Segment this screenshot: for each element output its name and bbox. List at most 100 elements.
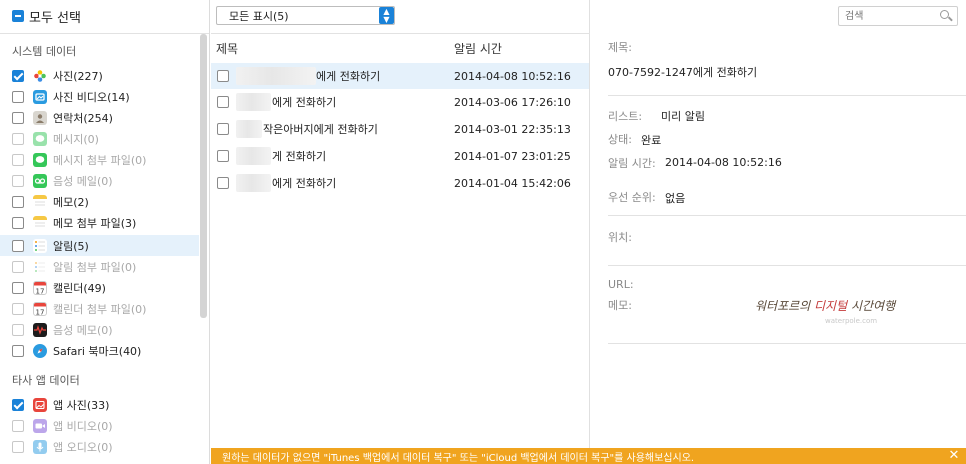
search-input[interactable] — [845, 7, 935, 25]
sidebar-item-label: 메모 첨부 파일(3) — [53, 216, 137, 230]
sidebar-item-calendar[interactable]: 17 캘린더(49) — [0, 277, 199, 298]
sidebar-item-contacts[interactable]: 연락처(254) — [0, 107, 199, 128]
checkbox[interactable] — [12, 216, 24, 229]
calendar-attachment-icon: 17 — [33, 301, 47, 316]
checkbox[interactable] — [12, 195, 24, 208]
reminder-detail-pane: 제목: 070-7592-1247에게 전화하기 리스트: 미리 알림 상태: … — [591, 34, 966, 448]
app-window: 모두 선택 시스템 데이터 사진(227) 사진 비디오(14) 연락처(254… — [0, 0, 966, 464]
checkbox[interactable] — [12, 260, 24, 273]
sidebar-item-app-video[interactable]: 앱 비디오(0) — [0, 415, 199, 436]
row-checkbox[interactable] — [217, 177, 229, 189]
message-attachment-icon — [33, 152, 47, 167]
checkbox[interactable] — [12, 174, 24, 187]
sidebar-item-label: 메시지(0) — [53, 132, 99, 146]
column-header-time[interactable]: 알림 시간 — [454, 40, 502, 57]
svg-text:17: 17 — [36, 287, 45, 295]
sidebar-item-messages[interactable]: 메시지(0) — [0, 128, 199, 149]
sidebar: 모두 선택 시스템 데이터 사진(227) 사진 비디오(14) 연락처(254… — [0, 0, 210, 464]
search-box[interactable] — [838, 6, 958, 26]
sidebar-item-message-attachments[interactable]: 메시지 첨부 파일(0) — [0, 149, 199, 170]
checkbox[interactable] — [12, 69, 24, 82]
table-row[interactable]: 에게 전화하기 2014-03-06 17:26:10 — [211, 89, 589, 115]
detail-status-label: 상태: — [608, 133, 632, 146]
table-row[interactable]: 에게 전화하기 2014-01-04 15:42:06 — [211, 170, 589, 196]
sidebar-item-app-audio[interactable]: 앱 오디오(0) — [0, 436, 199, 457]
checkbox[interactable] — [12, 239, 24, 252]
redacted-text — [236, 93, 271, 111]
sidebar-item-reminders-attachments[interactable]: 알림 첨부 파일(0) — [0, 256, 199, 277]
contacts-icon — [33, 110, 47, 125]
select-all-toggle[interactable]: 모두 선택 — [12, 7, 81, 26]
sidebar-item-voice-memo[interactable]: 음성 메모(0) — [0, 319, 199, 340]
sidebar-item-voicemail[interactable]: 음성 메일(0) — [0, 170, 199, 191]
app-photos-icon — [33, 397, 47, 412]
checkbox[interactable] — [12, 111, 24, 124]
sidebar-item-safari-bookmarks[interactable]: Safari 북마크(40) — [0, 340, 199, 361]
sidebar-item-label: 알림(5) — [53, 239, 89, 253]
safari-icon — [33, 343, 47, 358]
row-title: 작은아버지에게 전화하기 — [263, 123, 378, 136]
sidebar-item-reminders[interactable]: 알림(5) — [0, 235, 199, 256]
recovery-hint-bar: 원하는 데이터가 없으면 "iTunes 백업에서 데이터 복구" 또는 "iC… — [211, 448, 966, 464]
redacted-text — [236, 67, 316, 85]
sidebar-scrollbar[interactable] — [200, 34, 207, 318]
checkbox[interactable] — [12, 302, 24, 315]
row-time: 2014-04-08 10:52:16 — [454, 69, 571, 83]
column-header-title[interactable]: 제목 — [216, 40, 238, 57]
sidebar-item-label: 앱 비디오(0) — [53, 419, 113, 433]
row-checkbox[interactable] — [217, 96, 229, 108]
row-checkbox[interactable] — [217, 123, 229, 135]
row-title: 에게 전화하기 — [316, 70, 381, 83]
detail-title-label: 제목: — [608, 41, 632, 54]
sidebar-item-label: 캘린더(49) — [53, 281, 106, 295]
table-row[interactable]: 게 전화하기 2014-01-07 23:01:25 — [211, 143, 589, 169]
row-checkbox[interactable] — [217, 70, 229, 82]
row-checkbox[interactable] — [217, 150, 229, 162]
table-row[interactable]: 에게 전화하기 2014-04-08 10:52:16 — [211, 63, 589, 89]
row-title: 에게 전화하기 — [272, 177, 337, 190]
redacted-text — [236, 120, 262, 138]
detail-title-value: 070-7592-1247에게 전화하기 — [608, 66, 758, 79]
checkbox[interactable] — [12, 281, 24, 294]
detail-list-value: 미리 알림 — [661, 110, 705, 123]
messages-icon — [33, 131, 47, 146]
calendar-icon: 17 — [33, 280, 47, 295]
row-title: 게 전화하기 — [272, 150, 327, 163]
checkbox[interactable] — [12, 323, 24, 336]
checkbox[interactable] — [12, 90, 24, 103]
checkbox[interactable] — [12, 153, 24, 166]
notes-icon — [33, 194, 47, 209]
sidebar-item-label: 연락처(254) — [53, 111, 113, 125]
select-all-checkbox[interactable] — [12, 10, 24, 22]
app-video-icon — [33, 418, 47, 433]
row-time: 2014-03-01 22:35:13 — [454, 122, 571, 136]
row-time: 2014-01-07 23:01:25 — [454, 149, 571, 163]
blog-watermark: 워터포르의 디지털 시간여행 — [755, 299, 896, 313]
checkbox[interactable] — [12, 398, 24, 411]
sidebar-item-label: 사진 비디오(14) — [53, 90, 130, 104]
checkbox[interactable] — [12, 419, 24, 432]
table-row[interactable]: 작은아버지에게 전화하기 2014-03-01 22:35:13 — [211, 116, 589, 142]
sidebar-item-label: 사진(227) — [53, 69, 103, 83]
photos-icon — [33, 69, 47, 83]
detail-divider — [608, 265, 966, 266]
search-icon[interactable] — [940, 10, 949, 19]
close-icon[interactable]: ✕ — [947, 448, 961, 464]
detail-url-label: URL: — [608, 278, 634, 291]
checkbox[interactable] — [12, 132, 24, 145]
sidebar-item-notes[interactable]: 메모(2) — [0, 191, 199, 212]
row-time: 2014-03-06 17:26:10 — [454, 95, 571, 109]
sidebar-item-label: 앱 사진(33) — [53, 398, 110, 412]
sidebar-item-app-photos[interactable]: 앱 사진(33) — [0, 394, 199, 415]
redacted-text — [236, 147, 271, 165]
checkbox[interactable] — [12, 440, 24, 453]
select-all-label[interactable]: 모두 선택 — [29, 7, 81, 26]
sidebar-item-notes-attachments[interactable]: 메모 첨부 파일(3) — [0, 212, 199, 233]
list-top-divider — [211, 33, 590, 34]
checkbox[interactable] — [12, 344, 24, 357]
sidebar-item-photos[interactable]: 사진(227) — [0, 65, 199, 86]
detail-alarm-value: 2014-04-08 10:52:16 — [665, 156, 782, 169]
sidebar-item-photo-video[interactable]: 사진 비디오(14) — [0, 86, 199, 107]
sidebar-item-calendar-attachments[interactable]: 17 캘린더 첨부 파일(0) — [0, 298, 199, 319]
detail-divider — [608, 95, 966, 96]
